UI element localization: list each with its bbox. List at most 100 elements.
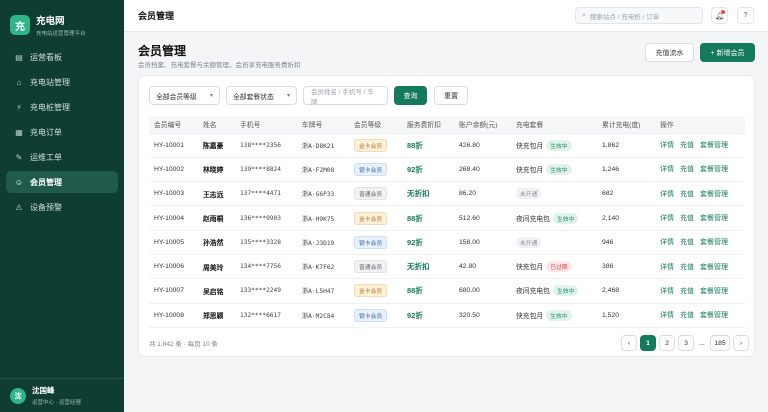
sidebar-item-order[interactable]: ▦ 充电订单 [6,121,118,143]
plan-manage-link[interactable]: 套餐管理 [700,288,728,295]
sidebar-item-alert[interactable]: ⚠ 设备预警 [6,196,118,218]
member-name: 林晓婷 [198,157,235,183]
sidebar-item-label: 设备预警 [30,202,62,212]
plan-name: 夜间充电包 [516,288,550,296]
query-button[interactable]: 查询 [394,86,427,105]
level-badge: 银卡会员 [354,162,388,176]
actions-cell: 详情 充值 套餐管理 [655,205,745,231]
detail-link[interactable]: 详情 [660,288,674,295]
plan-status-badge: 生效中 [552,212,579,224]
order-icon: ▦ [15,127,23,137]
table-body: HY-10001 陈嘉豪 138****2356 浙A·D8K21 金卡会员 88折 426… [149,133,745,328]
detail-link[interactable]: 详情 [660,312,674,319]
level-cell: 银卡会员 [349,230,402,255]
detail-link[interactable]: 详情 [660,239,674,246]
member-plate: 浙A·J3D19 [297,230,349,255]
user-profile[interactable]: 沈 沈国峰 运营中心 · 运营经理 [0,378,124,412]
plan-manage-link[interactable]: 套餐管理 [700,264,728,271]
next-page-button[interactable]: › [733,335,749,351]
actions-cell: 详情 充值 套餐管理 [655,303,745,328]
page-button[interactable]: 2 [659,335,675,351]
level-badge: 普通会员 [354,260,388,274]
detail-link[interactable]: 详情 [660,191,674,198]
recharge-link[interactable]: 充值 [680,239,694,246]
discount: 88折 [402,278,454,304]
level-select[interactable]: 全部会员等级 ▾ [149,86,220,105]
prev-page-button[interactable]: ‹ [621,335,637,351]
column-header: 充电套餐 [511,116,597,134]
sidebar-item-ticket[interactable]: ✎ 运维工单 [6,146,118,168]
add-member-button[interactable]: + 新增会员 [700,43,755,62]
detail-link[interactable]: 详情 [660,142,674,149]
search-placeholder: 搜索站点 / 充电桩 / 订单 [589,13,660,21]
sidebar-nav: ▤ 运营看板 ⌂ 充电站管理 ⚡ 充电桩管理 ▦ 充电订单 ✎ 运维工单 ☺ 会员管理 ⚠ 设备预警 [0,46,124,218]
total-kwh: 2,468 [597,278,655,304]
member-phone: 138****2356 [235,133,297,158]
sidebar-item-charger[interactable]: ⚡ 充电桩管理 [6,96,118,118]
plan-name: 快充包月 [516,142,544,150]
detail-link[interactable]: 详情 [660,166,674,173]
help-button[interactable]: ? [737,7,754,24]
total-kwh: 1,862 [597,133,655,158]
total-kwh: 386 [597,254,655,280]
column-header: 账户余额(元) [454,116,511,134]
column-header: 累计充电(度) [597,116,655,134]
actions-cell: 详情 充值 套餐管理 [655,133,745,158]
table-row: HY-10004 赵雨桐 136****9903 浙A·H9K75 金卡会员 88折 512… [149,205,745,231]
level-cell: 银卡会员 [349,157,402,183]
station-icon: ⌂ [16,77,22,87]
recharge-link[interactable]: 充值 [680,191,694,198]
search-input[interactable]: ⌕ 搜索站点 / 充电桩 / 订单 [575,7,703,24]
plan-manage-link[interactable]: 套餐管理 [700,239,728,246]
page-button[interactable]: 3 [678,335,694,351]
notification-button[interactable]: 🔔︎ [711,7,728,24]
plan-cell: 快充包月 生效中 [511,157,597,183]
sidebar-item-dashboard[interactable]: ▤ 运营看板 [6,46,118,68]
recharge-link[interactable]: 充值 [680,288,694,295]
balance: 512.60 [454,205,511,231]
detail-link[interactable]: 详情 [660,215,674,222]
recharge-link[interactable]: 充值 [680,264,694,271]
column-header: 车牌号 [297,116,349,134]
level-badge: 普通会员 [354,187,388,201]
actions-cell: 详情 充值 套餐管理 [655,254,745,280]
recharge-link[interactable]: 充值 [680,166,694,173]
recharge-link[interactable]: 充值 [680,215,694,222]
member-icon: ☺ [14,177,24,187]
sidebar-item-label: 运营看板 [30,52,62,62]
table-row: HY-10007 吴启铭 133****2249 浙A·L5H47 金卡会员 88折 680… [149,278,745,304]
column-header: 会员编号 [149,116,198,134]
brand-name: 充电网 [36,16,65,27]
member-plate: 浙A·G6P33 [297,181,349,207]
page-button[interactable]: 1 [640,335,656,351]
recharge-link[interactable]: 充值 [680,142,694,149]
search-icon: ⌕ [582,11,586,19]
plan-status-select[interactable]: 全部套餐状态 ▾ [226,86,297,105]
last-page-button[interactable]: 185 [710,335,730,351]
reset-button[interactable]: 重置 [434,86,468,105]
level-cell: 银卡会员 [349,303,402,328]
member-phone: 136****9903 [235,205,297,231]
sidebar-item-station[interactable]: ⌂ 充电站管理 [6,71,118,93]
plan-manage-link[interactable]: 套餐管理 [700,191,728,198]
discount: 88折 [402,133,454,158]
sidebar-item-member[interactable]: ☺ 会员管理 [6,171,118,193]
keyword-input[interactable]: 会员姓名 / 手机号 / 车牌 [303,86,388,106]
member-phone: 134****7756 [235,254,297,280]
balance: 42.80 [454,254,511,280]
recharge-records-button[interactable]: 充值流水 [645,43,694,62]
plan-manage-link[interactable]: 套餐管理 [700,215,728,222]
sidebar-item-label: 充电桩管理 [30,102,70,112]
discount: 无折扣 [402,254,454,280]
table-row: HY-10001 陈嘉豪 138****2356 浙A·D8K21 金卡会员 88折 426… [149,133,745,158]
plan-manage-link[interactable]: 套餐管理 [700,142,728,149]
member-id: HY-10006 [149,254,198,280]
member-id: HY-10002 [149,157,198,183]
detail-link[interactable]: 详情 [660,264,674,271]
table-row: HY-10005 孙浩然 135****3328 浙A·J3D19 银卡会员 92折 158… [149,230,745,255]
plan-manage-link[interactable]: 套餐管理 [700,166,728,173]
recharge-link[interactable]: 充值 [680,312,694,319]
member-id: HY-10004 [149,205,198,231]
plan-manage-link[interactable]: 套餐管理 [700,312,728,319]
total-kwh: 1,520 [597,303,655,328]
